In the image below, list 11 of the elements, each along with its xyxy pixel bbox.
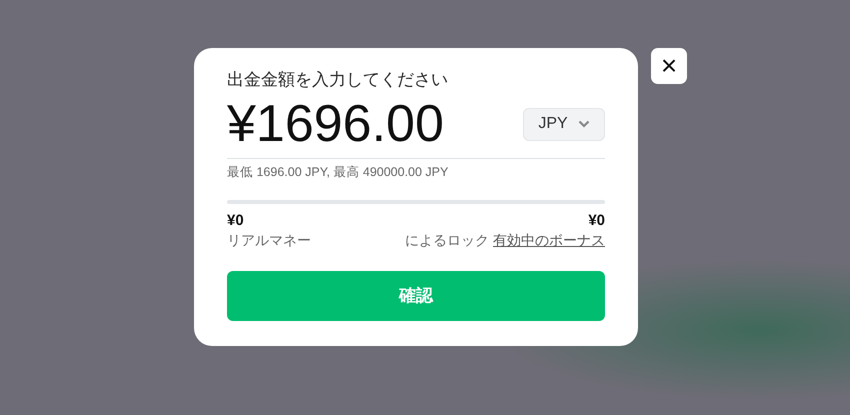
chevron-down-icon [578, 120, 590, 128]
amount-field[interactable]: ¥1696.00 [227, 92, 444, 156]
bonus-link[interactable]: 有効中のボーナス [493, 232, 605, 248]
limits-text: 最低 1696.00 JPY, 最高 490000.00 JPY [227, 164, 450, 181]
currency-dropdown[interactable]: JPY [523, 108, 605, 140]
balance-amount: ¥0 [587, 212, 605, 230]
balance-label: リアルマネー [227, 230, 311, 250]
close-button[interactable]: × [651, 48, 687, 84]
dialog-title: 出金金額を入力してください [227, 69, 449, 91]
balance-label: によるロック 有効中のボーナス [405, 230, 605, 250]
balance-amount: ¥0 [227, 212, 245, 230]
